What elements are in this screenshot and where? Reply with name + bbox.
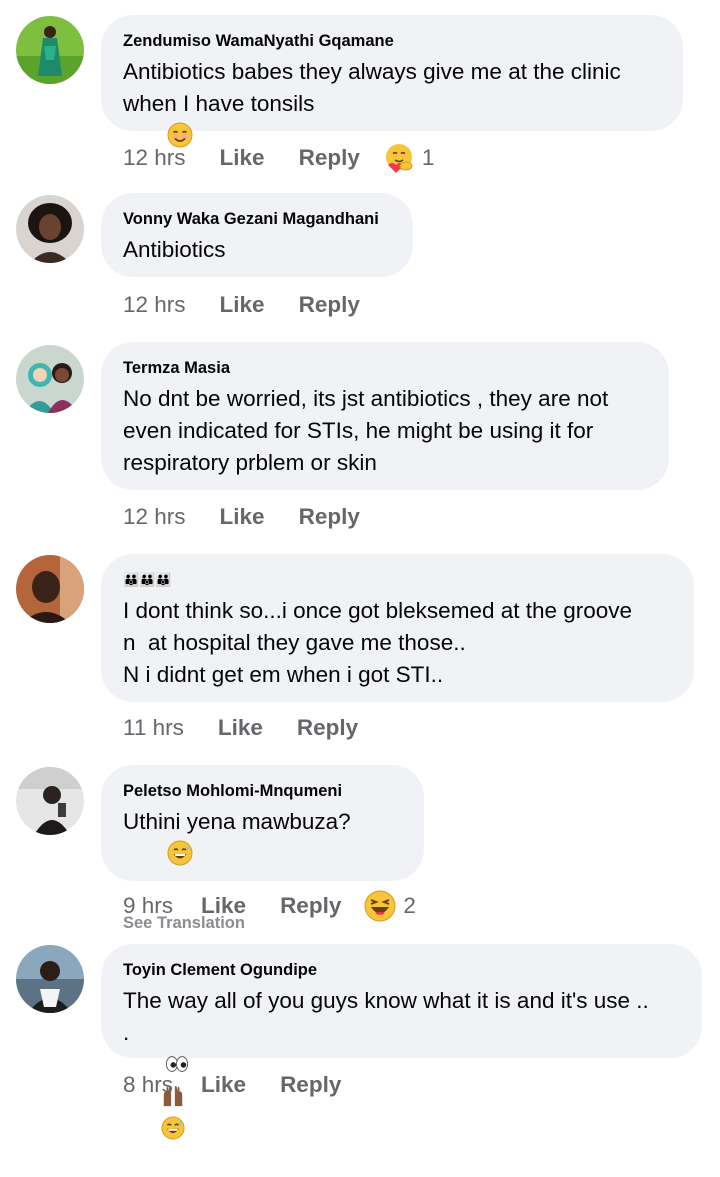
comment-author[interactable]: Toyin Clement Ogundipe: [123, 959, 680, 981]
comment-actions: 12 hrs Like Reply: [123, 287, 382, 323]
reply-button[interactable]: Reply: [297, 715, 358, 741]
comment-timestamp[interactable]: 12 hrs: [123, 145, 186, 171]
reaction-count: 2: [403, 893, 416, 918]
comment-bubble: Zendumiso WamaNyathi Gqamane Antibiotics…: [101, 15, 683, 148]
like-button[interactable]: Like: [201, 893, 246, 919]
comment-timestamp[interactable]: 9 hrs: [123, 893, 173, 919]
avatar[interactable]: [16, 195, 84, 263]
reaction-summary[interactable]: 1: [382, 141, 435, 175]
haha-icon: [364, 890, 396, 922]
comment-author[interactable]: Termza Masia: [123, 357, 647, 379]
comment-author[interactable]: Vonny Waka Gezani Magandhani: [123, 208, 391, 230]
comment-text: Antibiotics: [123, 237, 226, 262]
reply-button[interactable]: Reply: [299, 292, 360, 318]
reply-button[interactable]: Reply: [299, 504, 360, 530]
reply-button[interactable]: Reply: [280, 1072, 341, 1098]
comment-author[interactable]: Peletso Mohlomi-Mnqumeni: [123, 780, 402, 802]
reply-button[interactable]: Reply: [299, 145, 360, 171]
comment-bubble: Termza Masia No dnt be worried, its jst …: [101, 342, 669, 490]
comment-text: I dont think so...i once got bleksemed a…: [123, 598, 633, 687]
like-button[interactable]: Like: [220, 504, 265, 530]
comment-timestamp[interactable]: 12 hrs: [123, 292, 186, 318]
grinning-sweat-icon: [160, 1116, 185, 1140]
like-button[interactable]: Like: [218, 715, 263, 741]
reply-button[interactable]: Reply: [280, 893, 341, 919]
avatar[interactable]: [16, 345, 84, 413]
comment-actions: 8 hrs Like Reply: [123, 1067, 363, 1103]
comment-timestamp[interactable]: 11 hrs: [123, 715, 184, 741]
care-icon: [385, 144, 413, 173]
like-button[interactable]: Like: [220, 145, 265, 171]
comment-bubble: Toyin Clement Ogundipe The way all of yo…: [101, 944, 702, 1140]
avatar[interactable]: [16, 767, 84, 835]
avatar[interactable]: [16, 945, 84, 1013]
comment-timestamp[interactable]: 12 hrs: [123, 504, 186, 530]
comment-timestamp[interactable]: 8 hrs: [123, 1072, 173, 1098]
avatar[interactable]: [16, 555, 84, 623]
reaction-count: 1: [421, 145, 435, 170]
comment-text: No dnt be worried, its jst antibiotics ,…: [123, 386, 609, 475]
comment-actions: 12 hrs Like Reply: [123, 499, 382, 535]
comment-actions: 11 hrs Like Reply: [123, 710, 380, 746]
reaction-summary[interactable]: 2: [363, 889, 416, 923]
comment-actions: 12 hrs Like Reply 1: [123, 140, 434, 176]
comment-author[interactable]: Zendumiso WamaNyathi Gqamane: [123, 30, 661, 52]
comment-bubble: 👪👪👪 I dont think so...i once got bleksem…: [101, 554, 694, 702]
like-button[interactable]: Like: [201, 1072, 246, 1098]
grinning-sweat-icon: [167, 840, 193, 866]
avatar[interactable]: [16, 16, 84, 84]
comment-bubble: Vonny Waka Gezani Magandhani Antibiotics: [101, 193, 413, 277]
comment-actions: 9 hrs Like Reply 2: [123, 888, 416, 924]
like-button[interactable]: Like: [220, 292, 265, 318]
comment-bubble: Peletso Mohlomi-Mnqumeni Uthini yena maw…: [101, 765, 424, 932]
comment-author[interactable]: 👪👪👪: [123, 569, 672, 591]
